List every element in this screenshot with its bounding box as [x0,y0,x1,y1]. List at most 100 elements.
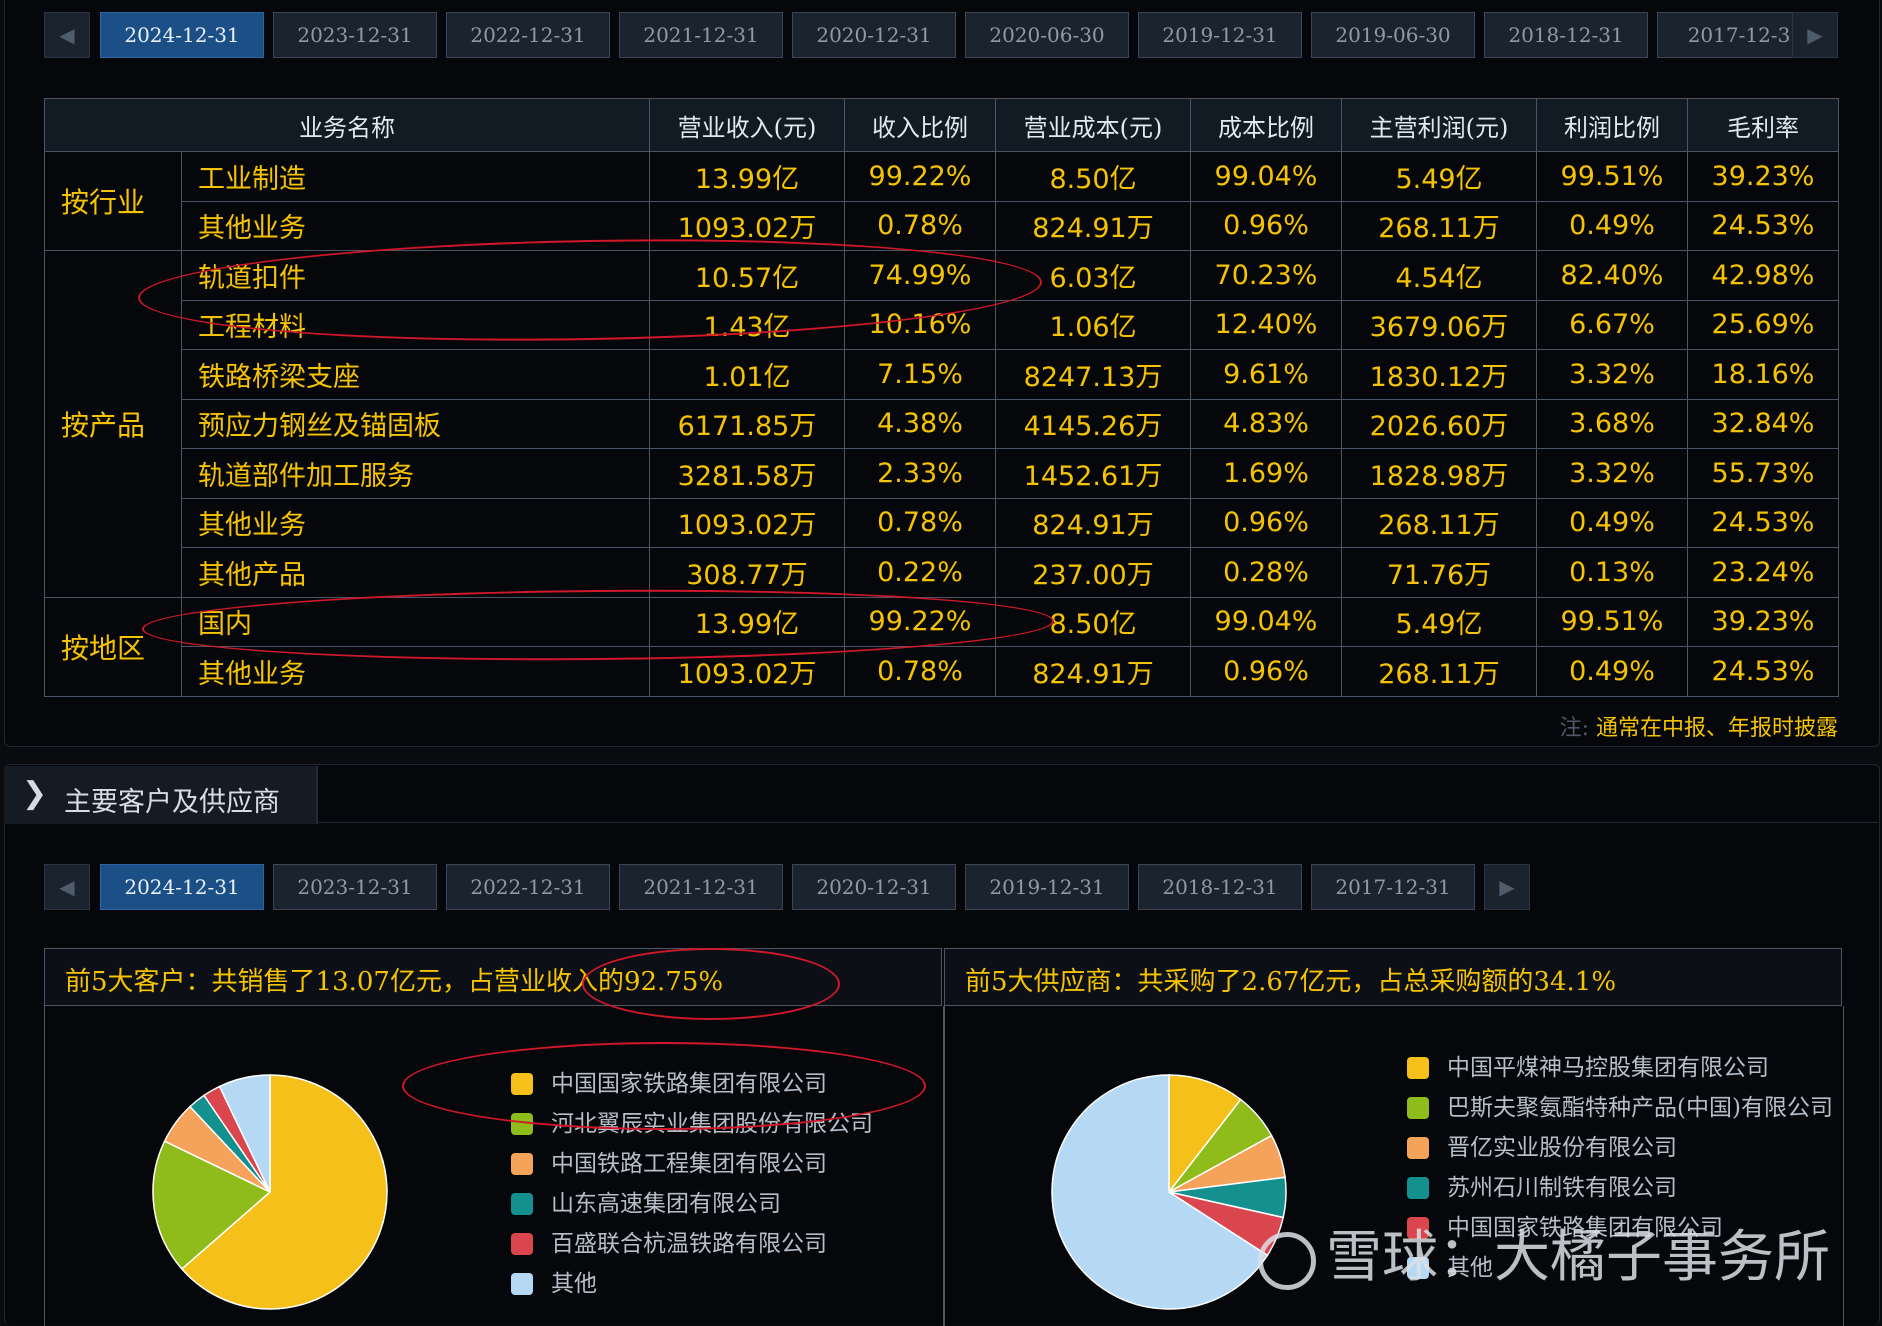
category-cell: 按地区 [44,596,182,697]
value-cell: 1828.98万 [1341,448,1537,499]
table-row: 其他业务 1093.02万 0.78% 824.91万 0.96% 268.11万 0.49… [45,200,1839,251]
value-cell: 9.61% [1190,349,1342,400]
chevron-right-icon: ❯ [22,776,48,811]
value-cell: 18.16% [1687,349,1839,400]
legend-swatch [1407,1097,1429,1119]
annotation-circle-customer-share [582,948,840,1020]
value-cell: 1830.12万 [1341,349,1537,400]
value-cell: 0.49% [1536,200,1688,251]
value-cell: 268.11万 [1341,200,1537,251]
section-title: 主要客户及供应商 [64,787,280,818]
value-cell: 4.38% [844,398,996,449]
value-cell: 70.23% [1190,250,1342,301]
value-cell: 3281.58万 [649,448,845,499]
period-tabbar-bottom: ◀ 2024-12-31 2023-12-31 2022-12-31 2021-12-3… [44,864,1584,912]
value-cell: 3.68% [1536,398,1688,449]
next-arrow-icon[interactable]: ▶ [1484,864,1530,910]
legend-swatch [511,1153,533,1175]
legend-item: 其他 [511,1270,873,1298]
period-tab[interactable]: 2019-12-31 [965,864,1129,910]
header-gross-margin: 毛利率 [1687,98,1839,152]
period-tab[interactable]: 2019-12-31 [1138,12,1302,58]
value-cell: 24.53% [1687,497,1839,548]
legend-swatch [511,1273,533,1295]
legend-label: 其他 [551,1271,597,1297]
value-cell: 4.83% [1190,398,1342,449]
period-tab[interactable]: 2018-12-31 [1138,864,1302,910]
value-cell: 0.22% [844,547,996,598]
customers-pie-chart [152,1074,388,1310]
value-cell: 2026.60万 [1341,398,1537,449]
period-tab[interactable]: 2023-12-31 [273,12,437,58]
xueqiu-logo-icon [1258,1231,1316,1290]
table-row: 其他产品 308.77万 0.22% 237.00万 0.28% 71.76万 0.13% 2… [45,547,1839,598]
period-tab[interactable]: 2021-12-31 [619,12,783,58]
value-cell: 55.73% [1687,448,1839,499]
legend-label: 中国平煤神马控股集团有限公司 [1447,1055,1769,1081]
value-cell: 0.49% [1536,497,1688,548]
value-cell: 0.49% [1536,646,1688,697]
value-cell: 3679.06万 [1341,299,1537,350]
header-revenue-ratio: 收入比例 [844,98,996,152]
next-arrow-icon[interactable]: ▶ [1792,12,1838,58]
legend-swatch [511,1233,533,1255]
prev-arrow-icon[interactable]: ◀ [44,12,90,58]
legend-item: 晋亿实业股份有限公司 [1407,1134,1833,1162]
value-cell: 99.51% [1536,151,1688,202]
legend-label: 晋亿实业股份有限公司 [1447,1135,1677,1161]
period-tab[interactable]: 2018-12-31 [1484,12,1648,58]
legend-swatch [511,1193,533,1215]
value-cell: 1.69% [1190,448,1342,499]
period-tab[interactable]: 2022-12-31 [446,864,610,910]
value-cell: 268.11万 [1341,646,1537,697]
value-cell: 99.22% [844,151,996,202]
period-tab[interactable]: 2020-12-31 [792,864,956,910]
top-suppliers-summary: 前5大供应商：共采购了2.67亿元，占总采购额的34.1% [944,948,1842,1006]
value-cell: 42.98% [1687,250,1839,301]
legend-item: 山东高速集团有限公司 [511,1190,873,1218]
value-cell: 23.24% [1687,547,1839,598]
value-cell: 4145.26万 [995,398,1191,449]
value-cell: 824.91万 [995,646,1191,697]
period-tab[interactable]: 2019-06-30 [1311,12,1475,58]
legend-item: 中国铁路工程集团有限公司 [511,1150,873,1178]
period-tab[interactable]: 2020-12-31 [792,12,956,58]
value-cell: 1093.02万 [649,497,845,548]
legend-swatch [1407,1137,1429,1159]
value-cell: 39.23% [1687,151,1839,202]
value-cell: 1.06亿 [995,299,1191,350]
legend-item: 百盛联合杭温铁路有限公司 [511,1230,873,1258]
period-tab[interactable]: 2024-12-31 [100,12,264,58]
value-cell: 8.50亿 [995,151,1191,202]
period-tab[interactable]: 2023-12-31 [273,864,437,910]
period-tab[interactable]: 2022-12-31 [446,12,610,58]
value-cell: 24.53% [1687,646,1839,697]
value-cell: 8247.13万 [995,349,1191,400]
business-name-cell: 铁路桥梁支座 [181,349,650,400]
value-cell: 12.40% [1190,299,1342,350]
header-profit: 主营利润(元) [1341,98,1537,152]
value-cell: 2.33% [844,448,996,499]
value-cell: 3.32% [1536,349,1688,400]
watermark-text: 雪球：大橘子事务所 [1326,1225,1830,1290]
watermark: 雪球：大橘子事务所 [1258,1212,1830,1293]
legend-item: 巴斯夫聚氨酯特种产品(中国)有限公司 [1407,1094,1833,1122]
section-divider [316,822,1878,823]
value-cell: 4.54亿 [1341,250,1537,301]
header-cost: 营业成本(元) [995,98,1191,152]
value-cell: 824.91万 [995,200,1191,251]
value-cell: 5.49亿 [1341,596,1537,647]
value-cell: 7.15% [844,349,996,400]
value-cell: 32.84% [1687,398,1839,449]
period-tab[interactable]: 2017-12-31 [1311,864,1475,910]
table-header-row: 业务名称 营业收入(元) 收入比例 营业成本(元) 成本比例 主营利润(元) 利… [44,98,1839,152]
legend-item: 苏州石川制铁有限公司 [1407,1174,1833,1202]
value-cell: 237.00万 [995,547,1191,598]
period-tab[interactable]: 2024-12-31 [100,864,264,910]
value-cell: 99.04% [1190,596,1342,647]
prev-arrow-icon[interactable]: ◀ [44,864,90,910]
legend-label: 苏州石川制铁有限公司 [1447,1175,1677,1201]
period-tab[interactable]: 2020-06-30 [965,12,1129,58]
value-cell: 1452.61万 [995,448,1191,499]
period-tab[interactable]: 2021-12-31 [619,864,783,910]
